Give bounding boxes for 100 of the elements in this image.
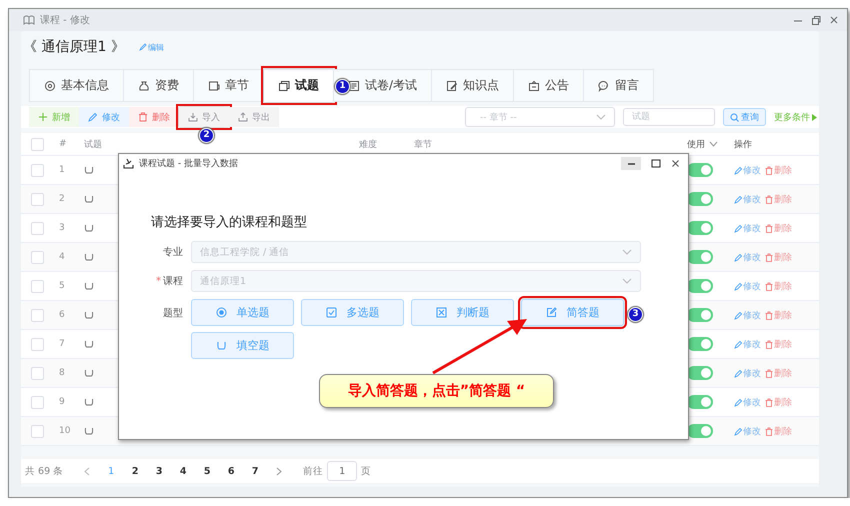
toggle-switch[interactable] <box>687 192 713 206</box>
trash-icon <box>138 112 148 122</box>
toggle-switch[interactable] <box>687 221 713 235</box>
chevron-left-icon <box>84 466 90 476</box>
tab[interactable]: 基本信息 <box>29 69 124 102</box>
toggle-switch[interactable] <box>687 395 713 409</box>
edit-link[interactable]: 修改 <box>734 192 761 206</box>
checkbox[interactable] <box>31 396 44 408</box>
tab[interactable]: 公告 <box>514 69 584 102</box>
delete-link[interactable]: 删除 <box>765 338 792 350</box>
trash-icon <box>765 282 773 290</box>
trash-icon <box>765 166 773 174</box>
edit-link[interactable]: 修改 <box>734 280 761 292</box>
delete-link[interactable]: 删除 <box>765 164 792 176</box>
pencil-icon <box>734 426 742 436</box>
toggle-switch[interactable] <box>687 308 713 322</box>
window-title: 课程 - 修改 <box>40 14 90 27</box>
pencil-icon <box>734 282 742 290</box>
toolbar-button[interactable]: 删除 <box>129 107 179 127</box>
question-type-button[interactable]: 填空题 <box>191 332 294 359</box>
toggle-switch[interactable] <box>687 279 713 293</box>
page-link[interactable]: 6 <box>219 466 244 476</box>
book-icon <box>23 14 35 26</box>
step-number-badge: 3 <box>628 307 643 322</box>
question-type-button[interactable]: 单选题 <box>191 299 294 326</box>
page-link[interactable]: 1 <box>99 466 124 476</box>
checkbox[interactable] <box>31 222 44 234</box>
pencil-icon <box>88 112 98 122</box>
search-button[interactable]: 查询 <box>723 108 766 126</box>
delete-link[interactable]: 删除 <box>765 280 792 292</box>
checkbox[interactable] <box>31 138 44 150</box>
edit-link[interactable]: 修改 <box>734 164 761 176</box>
search-field[interactable]: 试题 <box>623 108 715 126</box>
chevron-down-icon <box>709 141 718 147</box>
tab[interactable]: 资费 <box>124 69 194 102</box>
tab-icon <box>528 80 540 92</box>
required-mark: * <box>156 276 161 286</box>
row-number: 9 <box>59 397 65 407</box>
edit-link[interactable]: 修改 <box>734 308 761 322</box>
checkbox[interactable] <box>31 164 44 176</box>
delete-link[interactable]: 删除 <box>765 396 792 408</box>
edit-link[interactable]: 修改 <box>734 396 761 408</box>
checkbox[interactable] <box>31 366 44 380</box>
edit-link[interactable]: 编辑 <box>138 42 164 52</box>
toolbar-button[interactable]: 导出 <box>229 107 279 127</box>
field-label: 课程 <box>163 275 183 288</box>
checkbox[interactable] <box>31 338 44 350</box>
edit-square-icon <box>546 307 556 318</box>
toggle-switch[interactable] <box>687 424 713 438</box>
more-conditions-link[interactable]: 更多条件 <box>774 110 817 124</box>
delete-link[interactable]: 删除 <box>765 192 792 206</box>
edit-link[interactable]: 修改 <box>734 338 761 350</box>
delete-link[interactable]: 删除 <box>765 366 792 380</box>
toggle-switch[interactable] <box>687 366 713 380</box>
chapter-select[interactable]: -- 章节 -- <box>465 107 615 127</box>
toolbar-button[interactable]: 修改 <box>79 107 129 127</box>
tab[interactable]: 留言 <box>584 69 654 102</box>
question-type-button[interactable]: 多选题 <box>301 299 404 326</box>
checkbox[interactable] <box>31 192 44 206</box>
delete-link[interactable]: 删除 <box>765 250 792 264</box>
edit-link[interactable]: 修改 <box>734 222 761 234</box>
row-number: 10 <box>59 426 70 436</box>
trash-icon <box>765 310 773 320</box>
checkbox[interactable] <box>31 250 44 264</box>
delete-link[interactable]: 删除 <box>765 308 792 322</box>
edit-link[interactable]: 修改 <box>734 366 761 380</box>
chevron-down-icon <box>596 114 606 120</box>
delete-link[interactable]: 删除 <box>765 424 792 438</box>
pencil-icon <box>734 194 742 204</box>
tab[interactable]: 章节 <box>194 69 264 102</box>
page-link[interactable]: 5 <box>195 466 220 476</box>
checkbox[interactable] <box>31 280 44 292</box>
toggle-switch[interactable] <box>687 163 713 177</box>
delete-link[interactable]: 删除 <box>765 222 792 234</box>
field-label: 题型 <box>163 306 183 320</box>
question-type-button[interactable]: 判断题 <box>411 299 514 326</box>
total-count: 共 69 条 <box>24 464 64 478</box>
crossed-square-icon <box>436 307 446 318</box>
tab[interactable]: 知识点 <box>432 69 514 102</box>
pencil-icon <box>734 398 742 406</box>
edit-link[interactable]: 修改 <box>734 250 761 264</box>
page-link[interactable]: 2 <box>123 466 148 476</box>
checkbox[interactable] <box>31 424 44 438</box>
pencil-icon <box>734 368 742 378</box>
page-number-field[interactable]: 1 <box>327 461 358 481</box>
checkbox[interactable] <box>31 308 44 322</box>
toggle-switch[interactable] <box>687 250 713 264</box>
page-link[interactable]: 7 <box>243 466 268 476</box>
tab-icon <box>348 80 360 92</box>
restore-icon <box>811 15 821 25</box>
trash-icon <box>765 368 773 378</box>
plus-icon <box>38 112 48 122</box>
page-link[interactable]: 3 <box>147 466 172 476</box>
minimize-button[interactable] <box>621 157 641 170</box>
toolbar-button[interactable]: 新增 <box>29 107 79 127</box>
edit-link[interactable]: 修改 <box>734 424 761 438</box>
page-link[interactable]: 4 <box>171 466 196 476</box>
toggle-switch[interactable] <box>687 337 713 351</box>
export-icon <box>238 112 248 122</box>
close-icon <box>829 15 839 25</box>
